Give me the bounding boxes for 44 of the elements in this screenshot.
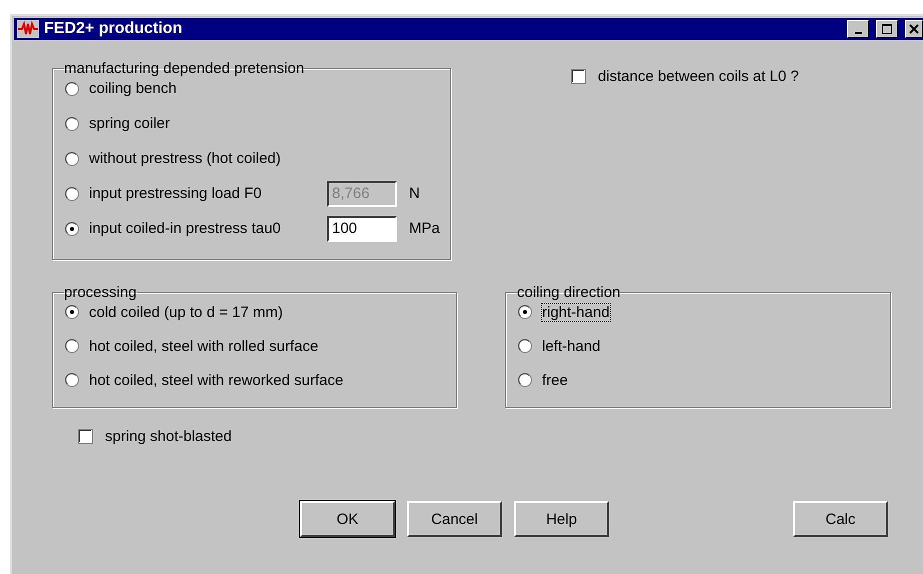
minimize-icon xyxy=(854,32,862,34)
dialog-button[interactable]: Calc xyxy=(793,501,888,537)
checkbox[interactable] xyxy=(570,69,586,84)
checkbox-label[interactable]: distance between coils at L0 ? xyxy=(598,68,799,85)
radio-button[interactable] xyxy=(65,116,79,130)
radio-label[interactable]: hot coiled, steel with rolled surface xyxy=(89,338,318,354)
unit-label: N xyxy=(409,185,420,202)
group-title: processing xyxy=(64,284,137,301)
radio-label[interactable]: coiling bench xyxy=(89,80,177,97)
radio-button[interactable] xyxy=(65,82,79,96)
spring-icon xyxy=(17,20,39,38)
radio-button[interactable] xyxy=(65,222,79,236)
input-field[interactable]: 100 xyxy=(327,216,397,242)
unit-label: MPa xyxy=(409,220,440,237)
radio-label[interactable]: left-hand xyxy=(542,338,600,354)
close-button[interactable] xyxy=(905,20,923,38)
radio-label[interactable]: hot coiled, steel with reworked surface xyxy=(89,372,344,388)
radio-label[interactable]: free xyxy=(542,372,568,388)
radio-label[interactable]: spring coiler xyxy=(89,115,170,132)
radio-button[interactable] xyxy=(65,186,79,200)
radio-button[interactable] xyxy=(518,305,532,319)
group-title: coiling direction xyxy=(517,284,620,301)
maximize-button[interactable] xyxy=(876,20,898,38)
radio-label[interactable]: without prestress (hot coiled) xyxy=(89,150,281,167)
checkbox-label[interactable]: spring shot-blasted xyxy=(105,428,232,445)
radio-label[interactable]: cold coiled (up to d = 17 mm) xyxy=(89,304,283,320)
maximize-icon xyxy=(882,24,892,34)
close-icon xyxy=(909,24,919,34)
radio-button[interactable] xyxy=(65,305,79,319)
checkbox[interactable] xyxy=(78,429,93,444)
dialog-button[interactable]: Help xyxy=(514,501,609,537)
minimize-button[interactable] xyxy=(847,20,869,38)
dialog-button[interactable]: Cancel xyxy=(407,501,502,537)
dialog-button[interactable]: OK xyxy=(300,501,395,537)
radio-label[interactable]: input coiled-in prestress tau0 xyxy=(89,220,315,237)
window-title: FED2+ production xyxy=(44,20,184,38)
radio-label[interactable]: input prestressing load F0 xyxy=(89,185,315,202)
group-title: manufacturing depended pretension xyxy=(64,60,304,77)
radio-button[interactable] xyxy=(518,339,532,353)
radio-button[interactable] xyxy=(518,373,532,387)
radio-label[interactable]: right-hand xyxy=(542,304,610,320)
radio-button[interactable] xyxy=(65,152,79,166)
radio-button[interactable] xyxy=(65,373,79,387)
radio-button[interactable] xyxy=(65,339,79,353)
